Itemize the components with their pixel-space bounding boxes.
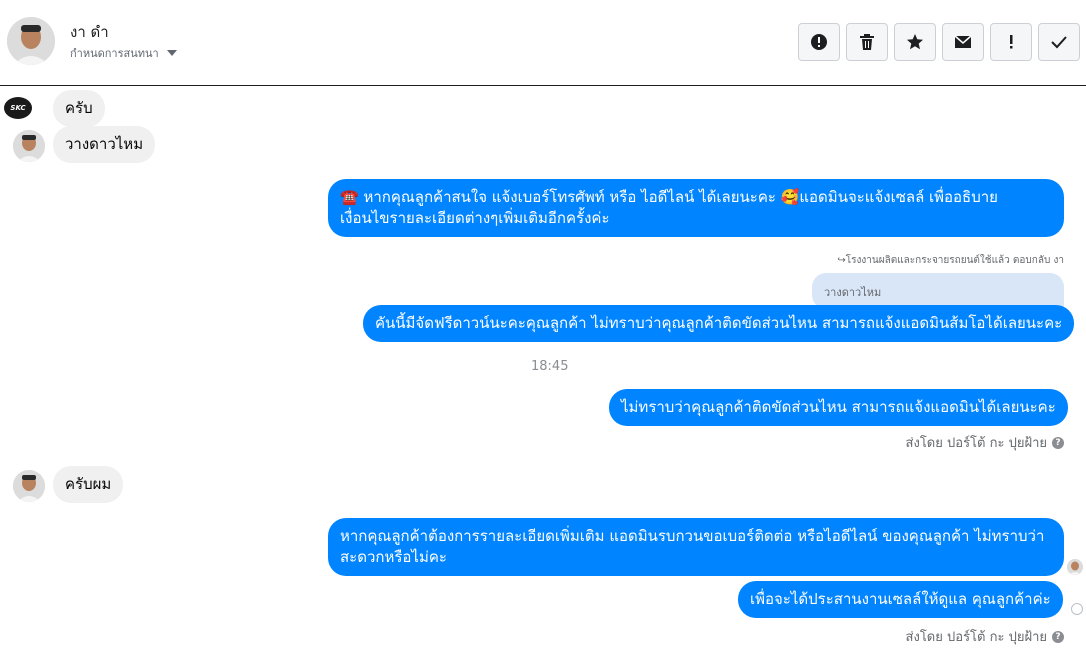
message-thread: SKC ครับ วางดาวไหม ☎️ หากคุณลูกค้าสนใจ แ… [0,87,1086,668]
message-line: หากคุณลูกค้าต้องการรายละเอียดเพิ่มเติม แ… [340,527,1045,545]
sent-by-label: ส่งโดย ปอร์โต้ กะ ปุยฝ้าย ? [906,432,1064,453]
seen-avatar [1067,559,1083,575]
incoming-message[interactable]: ครับผม [53,466,124,503]
outgoing-message[interactable]: ☎️ หากคุณลูกค้าสนใจ แจ้งเบอร์โทรศัพท์ หร… [328,179,1064,237]
help-icon[interactable]: ? [1052,630,1064,643]
exclamation-icon [1010,35,1013,49]
timestamp-separator: 18:45 [531,359,569,374]
user-avatar-icon [1067,559,1083,575]
message-line: สะดวกหรือไม่คะ [340,548,447,566]
reply-context-label: โรงงานผลิตและกระจายรถยนต์ใช้แล้ว ตอบกลับ… [845,255,1064,266]
contact-name[interactable]: งา ดำ [70,20,109,44]
outgoing-message[interactable]: เพื่อจะได้ประสานงานเซลล์ให้ดูแล คุณลูกค้… [738,581,1063,618]
user-avatar-icon [13,130,45,162]
follow-up-button[interactable] [990,23,1032,61]
outgoing-message[interactable]: ไม่ทราบว่าคุณลูกค้าติดขัดส่วนไหน สามารถแ… [609,389,1068,426]
delete-button[interactable] [846,23,888,61]
user-avatar-icon [7,17,55,65]
caret-down-icon [166,50,177,56]
outgoing-message[interactable]: คันนี้มีจัดฟรีดาวน์นะคะคุณลูกค้า ไม่ทราบ… [363,305,1075,342]
message-line: ☎️ หากคุณลูกค้าสนใจ แจ้งเบอร์โทรศัพท์ หร… [340,188,998,206]
sent-by-text: ส่งโดย ปอร์โต้ กะ ปุยฝ้าย [905,630,1047,645]
check-icon [1051,36,1067,49]
conversation-toolbar [798,23,1080,61]
quoted-message[interactable]: วางดาวไหม [812,273,1064,309]
incoming-message[interactable]: วางดาวไหม [53,126,156,163]
star-button[interactable] [894,23,936,61]
mark-done-button[interactable] [1038,23,1080,61]
customer-avatar [13,130,45,162]
page-logo-avatar: SKC [4,97,32,119]
sent-by-text: ส่งโดย ปอร์โต้ กะ ปุยฝ้าย [905,436,1047,451]
outgoing-message[interactable]: หากคุณลูกค้าต้องการรายละเอียดเพิ่มเติม แ… [328,518,1064,576]
assign-conversation-dropdown[interactable]: กำหนดการสนทนา [70,44,177,62]
help-icon[interactable]: ? [1052,436,1064,449]
user-avatar-icon [13,470,45,502]
alert-circle-icon [811,34,827,50]
conversation-header: งา ดำ กำหนดการสนทนา [0,0,1086,86]
reply-context-line: ↪โรงงานผลิตและกระจายรถยนต์ใช้แล้ว ตอบกลั… [837,253,1064,268]
sent-by-label: ส่งโดย ปอร์โต้ กะ ปุยฝ้าย ? [906,626,1064,647]
contact-avatar[interactable] [7,17,55,65]
incoming-message[interactable]: ครับ [53,90,105,127]
mark-unread-button[interactable] [942,23,984,61]
star-icon [907,34,923,50]
message-line: เงื่อนไขรายละเอียดต่างๆเพิ่มเติมอีกครั้ง… [340,209,610,227]
envelope-icon [954,35,972,48]
trash-icon [860,34,874,50]
spam-button[interactable] [798,23,840,61]
reply-arrow-icon: ↪ [837,255,846,266]
assign-conversation-label: กำหนดการสนทนา [70,47,159,60]
customer-avatar [13,470,45,502]
sent-status-icon [1071,603,1083,615]
